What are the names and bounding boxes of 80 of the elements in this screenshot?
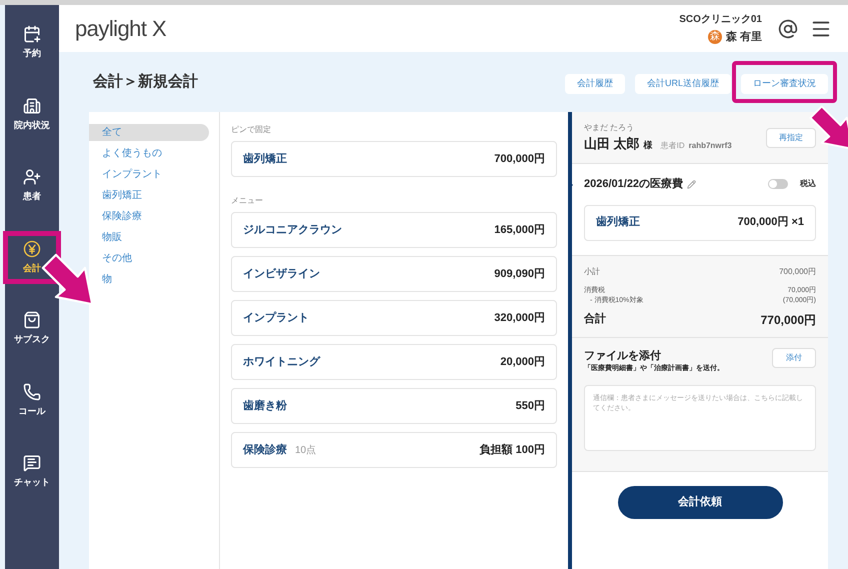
item-price: 550円 — [516, 398, 545, 414]
item-name: 歯列矯正 — [243, 152, 287, 167]
total-value: 770,000円 — [760, 312, 816, 328]
nav-label: 予約 — [23, 47, 41, 60]
category-item[interactable]: 歯列矯正 — [102, 187, 142, 204]
category-item[interactable]: インプラント — [102, 166, 162, 183]
section-heading: ピンで固定 — [231, 124, 272, 136]
attach-button[interactable]: 添付 — [772, 348, 816, 368]
item-price: 20,000円 — [500, 354, 545, 370]
header-button[interactable]: ローン審査状況 — [741, 74, 828, 94]
item-name: 歯列矯正 — [596, 214, 640, 230]
nav-item[interactable]: サブスク — [8, 307, 56, 350]
avatar: 森 — [708, 30, 722, 44]
honorific: 様 — [644, 138, 653, 152]
logo: paylight X — [75, 15, 166, 43]
summary-label: 小計 — [584, 266, 600, 278]
nav-label: 会計 — [23, 262, 41, 274]
patient-id: rahb7nwrf3 — [688, 140, 732, 152]
category-item[interactable]: よく使うもの — [102, 145, 162, 162]
nav-item[interactable]: 患者 — [8, 164, 56, 208]
item-price: 320,000円 — [494, 310, 545, 326]
nav-item[interactable]: 会計 — [8, 236, 56, 279]
menu-card[interactable]: ホワイトニング 20,000円 — [231, 344, 557, 380]
item-price: 負担額 100円 — [480, 442, 545, 458]
item-price: 700,000円 ×1 — [738, 215, 804, 230]
item-price: 165,000円 — [494, 222, 545, 238]
menu-card[interactable]: 歯磨き粉 550円 — [231, 388, 557, 424]
toggle-label: 税込 — [800, 178, 816, 190]
user-name: 森 有里 — [726, 30, 762, 45]
menu-card[interactable]: インプラント 320,000円 — [231, 300, 557, 336]
patient-name: 山田 太郎 — [584, 134, 640, 153]
reassign-button[interactable]: 再指定 — [766, 128, 816, 148]
item-name: インプラント — [243, 310, 309, 326]
item-price: 909,090円 — [494, 266, 545, 282]
item-name: インビザライン — [243, 266, 320, 282]
bag-icon — [23, 311, 41, 329]
nav-item[interactable]: 院内状況 — [8, 92, 56, 136]
mention-icon[interactable] — [778, 18, 798, 38]
nav-label: コール — [18, 404, 46, 418]
menu-card[interactable]: 歯列矯正 700,000円 — [231, 141, 557, 177]
item-name: ホワイトニング — [243, 354, 320, 370]
total-label: 合計 — [584, 312, 606, 328]
item-price: 700,000円 — [494, 152, 545, 167]
page-title: 会計＞新規会計 — [93, 72, 198, 92]
item-name: ジルコニアクラウン — [243, 222, 342, 238]
yen-icon — [23, 240, 41, 258]
calendar-plus-icon — [23, 25, 41, 43]
tax-toggle[interactable] — [768, 179, 788, 190]
chat-icon — [23, 454, 41, 472]
building-icon — [23, 96, 41, 114]
category-item[interactable]: その他 — [102, 250, 132, 267]
menu-card[interactable]: ジルコニアクラウン 165,000円 — [231, 212, 557, 248]
category-item[interactable]: 物販 — [102, 229, 122, 246]
nav-item[interactable]: コール — [8, 378, 56, 422]
submit-button[interactable]: 会計依頼 — [618, 486, 782, 518]
patient-id-label: 患者ID — [660, 140, 685, 152]
attach-title: ファイルを添付 — [584, 348, 662, 364]
patient-kana: やまだ たろう — [584, 122, 636, 134]
item-name: 歯磨き粉 — [243, 398, 287, 414]
nav-label: 院内状況 — [14, 118, 50, 132]
bill-title: 2026/01/22の医療費 — [584, 176, 684, 192]
item-name: 保険診療 — [243, 442, 287, 458]
nav-label: サブスク — [14, 333, 50, 346]
user-plus-icon — [23, 168, 41, 186]
nav-label: チャット — [14, 476, 50, 489]
menu-card[interactable]: インビザライン 909,090円 — [231, 256, 557, 292]
nav-label: 患者 — [23, 190, 41, 203]
summary-value: 700,000円 — [779, 266, 816, 278]
phone-icon — [23, 382, 41, 400]
category-item[interactable]: 保険診療 — [102, 208, 142, 225]
pencil-icon[interactable] — [687, 180, 696, 189]
nav-item[interactable]: 予約 — [8, 21, 56, 64]
header-button[interactable]: 会計履歴 — [564, 74, 625, 94]
item-points: 10点 — [295, 444, 316, 458]
clinic-name: SCOクリニック01 — [679, 12, 762, 27]
category-item[interactable]: 物 — [102, 271, 112, 288]
header-button[interactable]: 会計URL送信履歴 — [634, 74, 731, 94]
nav-item[interactable]: チャット — [8, 450, 56, 494]
menu-card[interactable]: 保険診療 10点 負担額 100円 — [231, 432, 557, 468]
section-heading: メニュー — [231, 195, 264, 207]
